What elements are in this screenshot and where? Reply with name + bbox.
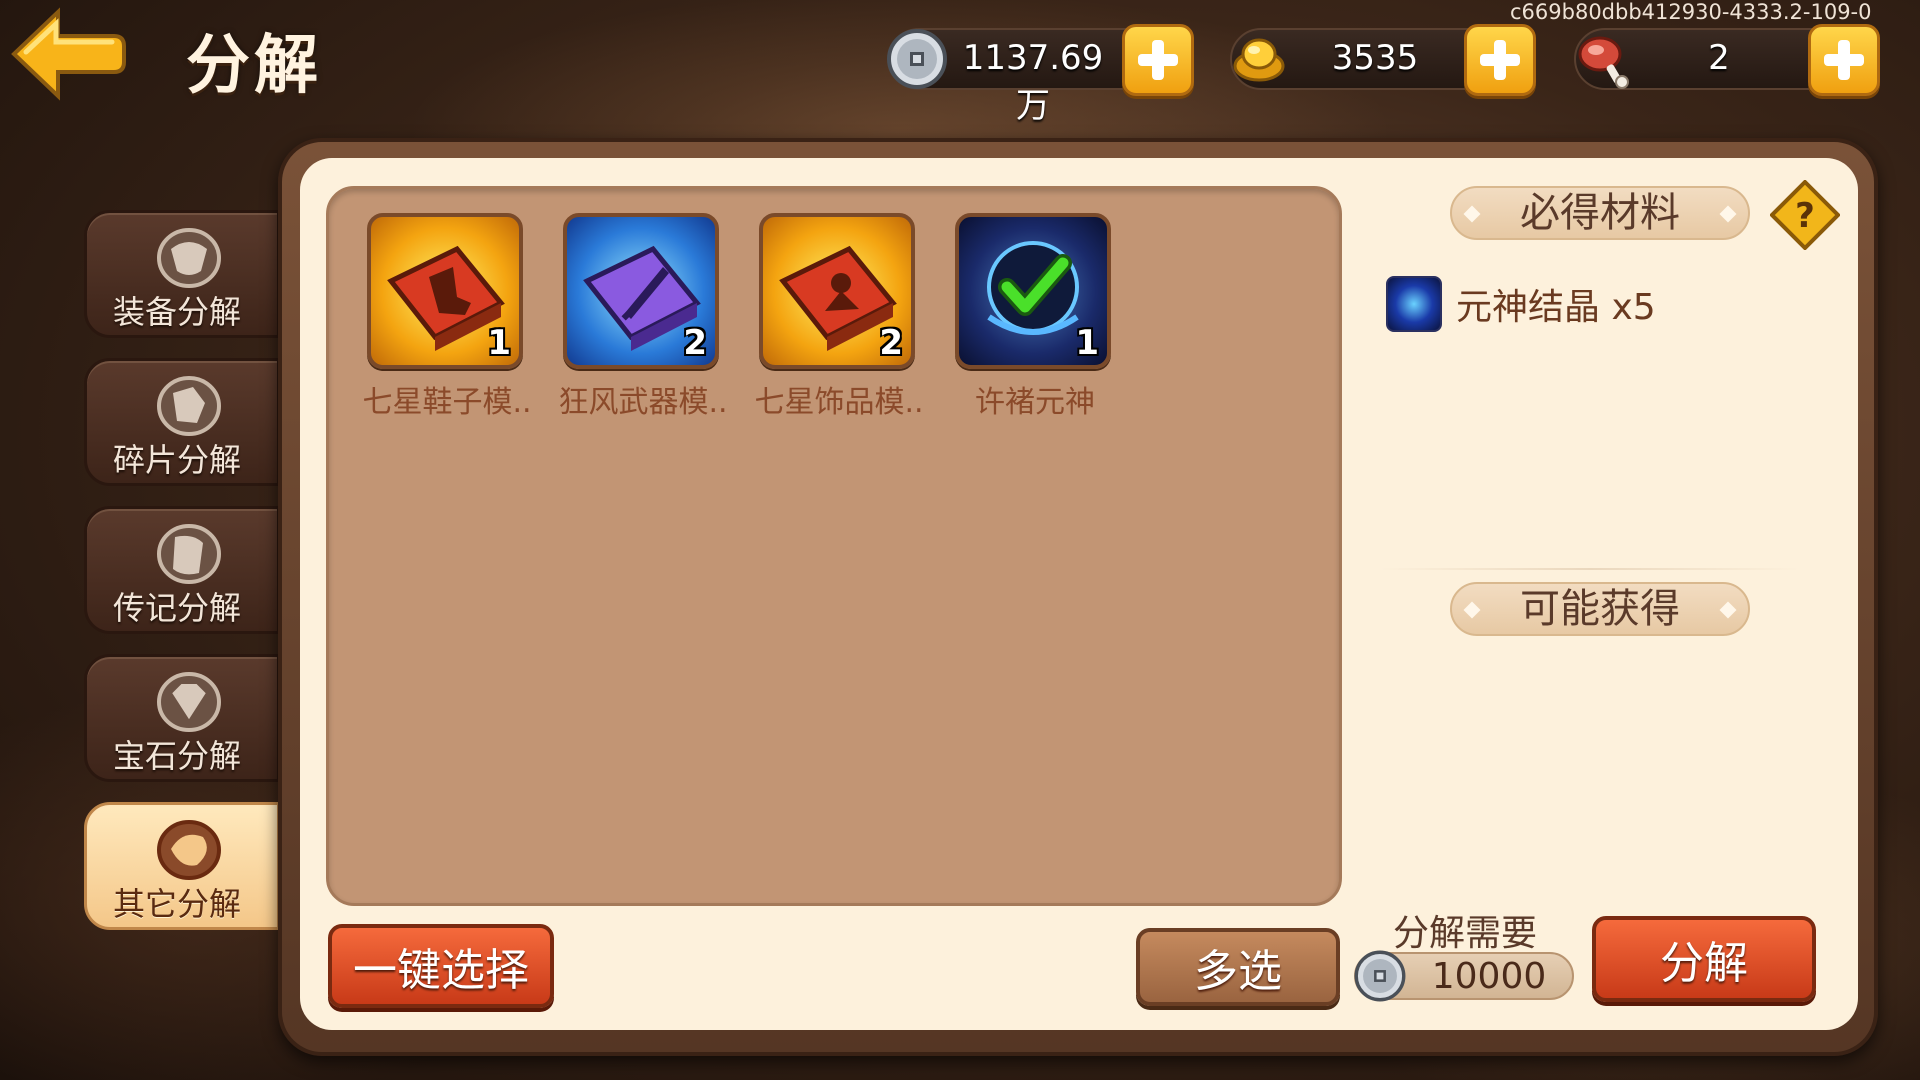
item-name: 狂风武器模.. xyxy=(558,385,728,420)
silver-coin-counter: 1137.69万 xyxy=(887,24,1194,126)
help-button[interactable]: ? xyxy=(1769,179,1841,251)
meat-counter: 2 xyxy=(1574,24,1880,96)
tab-label: 装备分解 xyxy=(112,293,241,331)
cost-display: 10000 xyxy=(1354,950,1574,1002)
item-name: 七星鞋子模.. xyxy=(362,385,532,420)
meat-value: 2 xyxy=(1708,38,1730,78)
tab-other-decompose[interactable]: 其它分解 xyxy=(84,802,280,930)
item-slot[interactable]: 2 狂风武器模.. xyxy=(558,213,728,420)
top-bar: 分解 c669b80dbb412930-4333.2-109-0 1137.69… xyxy=(0,0,1920,126)
add-gold-button[interactable] xyxy=(1464,24,1536,96)
device-id-text: c669b80dbb412930-4333.2-109-0 xyxy=(1510,0,1872,24)
guaranteed-materials-header: 必得材料 xyxy=(1450,186,1750,240)
tab-fragment-decompose[interactable]: 碎片分解 xyxy=(84,358,280,486)
item-name: 七星饰品模.. xyxy=(754,385,924,420)
add-meat-button[interactable] xyxy=(1808,24,1880,96)
decompose-button[interactable]: 分解 xyxy=(1592,916,1816,1002)
item-name: 许褚元神 xyxy=(975,385,1095,420)
fragment-icon xyxy=(157,376,221,436)
tab-gem-decompose[interactable]: 宝石分解 xyxy=(84,654,280,782)
tab-label: 宝石分解 xyxy=(112,737,241,775)
tab-label: 碎片分解 xyxy=(112,441,241,479)
tab-label: 其它分解 xyxy=(112,885,241,923)
question-icon: ? xyxy=(1769,179,1841,251)
spirit-checkmark-icon: 1 xyxy=(955,213,1111,369)
item-slot[interactable]: 2 七星饰品模.. xyxy=(754,213,924,420)
item-slot[interactable]: 1 七星鞋子模.. xyxy=(362,213,532,420)
silver-coin-icon xyxy=(1354,950,1406,1002)
gem-icon xyxy=(157,672,221,732)
tab-label: 传记分解 xyxy=(112,589,241,627)
silver-coin-icon xyxy=(887,29,947,89)
cost-value: 10000 xyxy=(1431,956,1547,997)
divider xyxy=(1380,568,1800,570)
silver-coin-value: 1137.69万 xyxy=(962,38,1104,126)
possible-rewards-header: 可能获得 xyxy=(1450,582,1750,636)
page-title: 分解 xyxy=(186,29,322,103)
back-arrow-icon xyxy=(11,7,126,101)
tab-biography-decompose[interactable]: 传记分解 xyxy=(84,506,280,634)
other-icon xyxy=(157,820,221,880)
back-button[interactable] xyxy=(6,6,126,102)
item-slot[interactable]: 1 许褚元神 xyxy=(955,213,1115,420)
biography-icon xyxy=(157,524,221,584)
gold-ingot-icon xyxy=(1233,38,1285,82)
item-grid: 1 七星鞋子模.. 2 狂风武器模.. 2 七星饰品模.. 1 许褚元神 xyxy=(326,186,1342,906)
material-text: 元神结晶 x5 xyxy=(1456,287,1656,328)
auto-select-button[interactable]: 一键选择 xyxy=(328,924,554,1008)
gold-ingot-counter: 3535 xyxy=(1230,24,1536,96)
tab-equipment-decompose[interactable]: 装备分解 xyxy=(84,210,280,338)
meat-icon xyxy=(1578,36,1629,89)
gold-ingot-value: 3535 xyxy=(1331,38,1419,78)
spirit-crystal-icon xyxy=(1386,276,1442,332)
svg-text:?: ? xyxy=(1795,196,1815,236)
multi-select-button[interactable]: 多选 xyxy=(1136,928,1340,1006)
purple-sword-scroll-icon: 2 xyxy=(563,213,719,369)
add-silver-button[interactable] xyxy=(1122,24,1194,96)
equipment-icon xyxy=(157,228,221,288)
red-boot-scroll-icon: 1 xyxy=(367,213,523,369)
red-accessory-scroll-icon: 2 xyxy=(759,213,915,369)
